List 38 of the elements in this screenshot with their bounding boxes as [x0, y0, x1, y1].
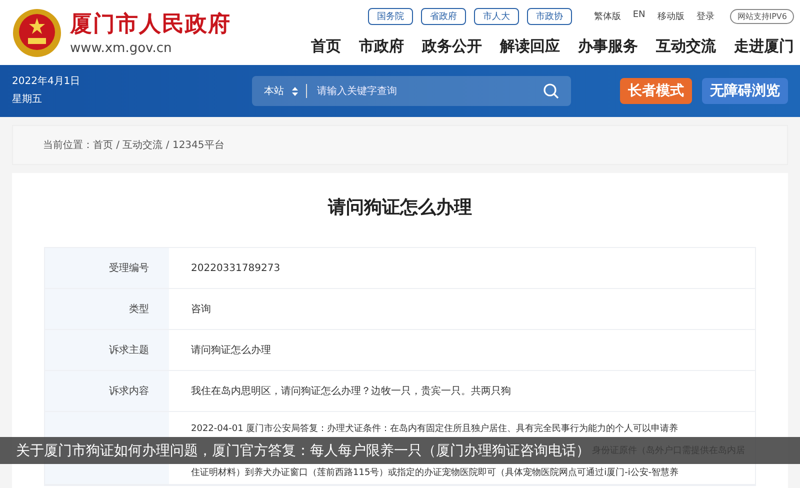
- utility-link[interactable]: 繁体版: [594, 10, 621, 23]
- utility-link[interactable]: 登录: [696, 10, 714, 23]
- field-label: 诉求主题: [45, 330, 169, 370]
- search-icon[interactable]: [543, 83, 559, 99]
- answer-text: 住证明材料）到养犬办证窗口（莲前西路115号）或指定的办证宠物医院即可（具体宠物医院网点可通过i厦门-i公安-智慧养: [191, 466, 680, 480]
- field-value: 咨询: [190, 303, 212, 317]
- field-value: 请问狗证怎么办理: [190, 344, 272, 358]
- weekday-text: 星期五: [12, 92, 43, 107]
- top-link[interactable]: 市人大: [474, 8, 519, 25]
- top-link[interactable]: 市政协: [526, 8, 572, 25]
- nav-item[interactable]: 解读回应: [500, 37, 560, 56]
- utility-link[interactable]: 移动版: [657, 10, 684, 23]
- date-text: 2022年4月1日: [12, 75, 82, 89]
- sort-arrows-icon[interactable]: [292, 86, 298, 96]
- field-label: 诉求内容: [45, 371, 169, 411]
- site-url: www.xm.gov.cn: [70, 41, 173, 56]
- article-title: 请问狗证怎么办理: [326, 196, 473, 219]
- search-field[interactable]: 本站 请输入关键字查询: [252, 76, 571, 106]
- site-name[interactable]: 厦门市人民政府: [70, 9, 231, 39]
- nav-item[interactable]: 办事服务: [578, 37, 638, 56]
- emblem-icon: [12, 8, 62, 58]
- nav-item[interactable]: 互动交流: [656, 37, 716, 56]
- utility-link[interactable]: EN: [632, 10, 646, 23]
- field-label: 受理编号: [45, 248, 169, 288]
- top-link[interactable]: 省政府: [420, 8, 466, 25]
- nav-item[interactable]: 走进厦门: [734, 37, 794, 56]
- field-value: 20220331789273: [190, 262, 282, 276]
- nav-item[interactable]: 政务公开: [422, 37, 482, 56]
- scope-select[interactable]: 本站: [264, 84, 284, 98]
- breadcrumb: 当前位置：首页 / 互动交流 / 12345平台: [12, 125, 788, 165]
- field-label: 类型: [45, 289, 169, 329]
- answer-text: 2022-04-01 厦门市公安局答复：办理犬证条件：在岛内有固定住所且独户居住、具有完全民事行为能力的个人可以申请养: [191, 422, 680, 436]
- nav-item[interactable]: 首页: [311, 37, 341, 56]
- field-value: 我住在岛内思明区，请问狗证怎么办理？边牧一只，贵宾一只。共两只狗: [190, 384, 512, 399]
- top-link[interactable]: 国务院: [368, 8, 413, 25]
- mode-button[interactable]: 无障碍浏览: [702, 78, 788, 104]
- ipv6-badge: 网站支持IPV6: [730, 9, 794, 24]
- nav-item[interactable]: 市政府: [359, 37, 404, 56]
